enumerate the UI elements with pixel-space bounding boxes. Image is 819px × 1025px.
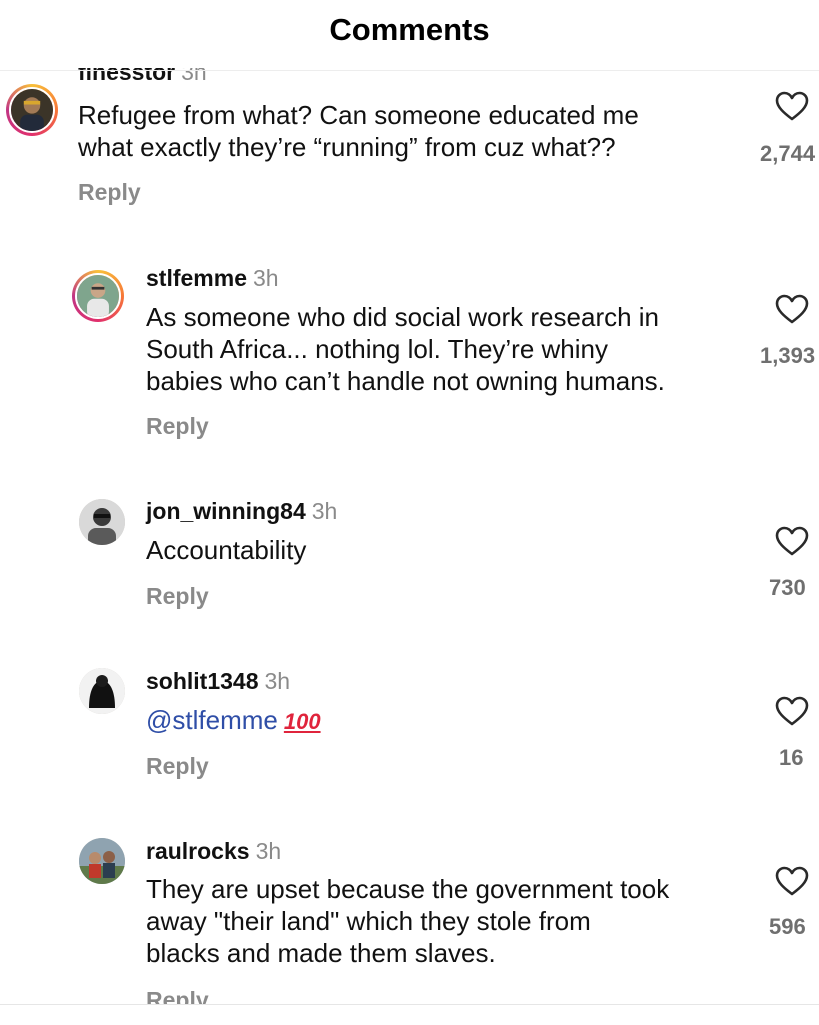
like-count: 16 [779,745,804,770]
username[interactable]: jon_winning84 [146,498,306,524]
comment-text: Refugee from what? Can someone educated … [78,99,678,163]
comment-line: Accountability [146,535,307,565]
like-button[interactable] [774,90,810,122]
like-count: 596 [769,914,806,939]
mention-link[interactable]: @stlfemme [146,705,278,735]
comment-line: what exactly they’re “running” from cuz … [78,132,616,162]
avatar[interactable] [72,270,124,322]
comment-line: South Africa... nothing lol. They’re whi… [146,334,608,364]
comment-meta: jon_winning84 3h [146,497,337,525]
username[interactable]: raulrocks [146,838,250,864]
heart-outline-icon [775,526,809,556]
timestamp: 3h [252,265,279,291]
reply-button[interactable]: Reply [146,753,209,780]
comment-meta: raulrocks 3h [146,837,281,865]
comment-text: As someone who did social work research … [146,301,746,397]
like-button[interactable] [774,293,810,325]
timestamp: 3h [255,838,282,864]
timestamp: 3h [264,668,291,694]
comment-line: blacks and made them slaves. [146,938,496,968]
page-title: Comments [329,12,490,47]
heart-outline-icon [775,866,809,896]
avatar[interactable] [79,668,125,714]
like-count: 1,393 [760,343,816,368]
username[interactable]: sohlit1348 [146,668,259,694]
timestamp: 3h [311,498,338,524]
comment-line: They are upset because the government to… [146,874,670,904]
username[interactable]: stlfemme [146,265,247,291]
bottom-divider [0,1004,819,1025]
comment-meta: sohlit1348 3h [146,667,290,695]
like-button[interactable] [774,525,810,557]
comment-text: They are upset because the government to… [146,873,746,969]
heart-outline-icon [775,91,809,121]
comments-header: Comments [0,0,819,68]
header-divider [0,70,819,71]
comment-line: away "their land" which they stole from [146,906,591,936]
heart-outline-icon [775,294,809,324]
reply-button[interactable]: Reply [146,583,209,610]
avatar[interactable] [6,84,58,136]
comment-line: Refugee from what? Can someone educated … [78,100,639,130]
hundred-points-emoji: 100 [283,709,321,734]
avatar[interactable] [79,838,125,884]
like-button[interactable] [774,695,810,727]
reply-button[interactable]: Reply [78,179,141,206]
avatar[interactable] [79,499,125,545]
comment-meta: stlfemme 3h [146,264,279,292]
heart-outline-icon [775,696,809,726]
like-count: 2,744 [760,141,816,166]
comment-line: babies who can’t handle not owning human… [146,366,665,396]
comment-line: As someone who did social work research … [146,302,660,332]
like-button[interactable] [774,865,810,897]
reply-button[interactable]: Reply [146,413,209,440]
comment-text: @stlfemme 100 [146,704,746,738]
comment-text: Accountability [146,534,746,566]
like-count: 730 [769,575,806,600]
